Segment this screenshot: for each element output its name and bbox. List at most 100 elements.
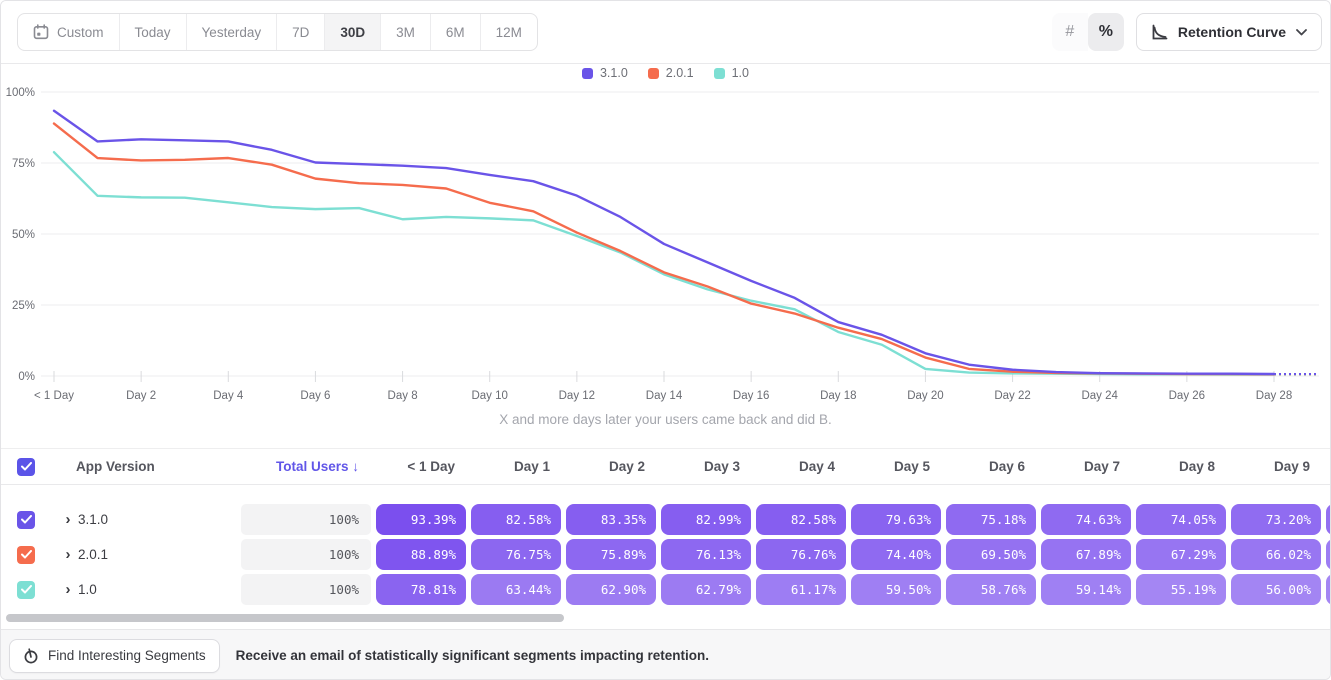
- column-header-day-6[interactable]: Day 6: [945, 459, 1035, 474]
- app-version-label: 2.0.1: [78, 547, 108, 562]
- horizontal-scrollbar-thumb[interactable]: [6, 614, 564, 622]
- date-range-12m[interactable]: 12M: [480, 14, 537, 50]
- find-interesting-segments-button[interactable]: Find Interesting Segments: [9, 639, 220, 673]
- column-header-total-users[interactable]: Total Users ↓: [241, 459, 371, 474]
- app-version-label: 3.1.0: [78, 512, 108, 527]
- column-header-day-2[interactable]: Day 2: [565, 459, 655, 474]
- svg-text:Day 26: Day 26: [1169, 390, 1205, 402]
- row-checkbox-3.1.0[interactable]: [17, 511, 35, 529]
- retention-cell-clipped[interactable]: [1326, 539, 1330, 570]
- retention-cell[interactable]: 78.81%: [376, 574, 466, 605]
- retention-cell[interactable]: 62.79%: [661, 574, 751, 605]
- svg-text:Day 14: Day 14: [646, 390, 683, 402]
- column-header-day-5[interactable]: Day 5: [850, 459, 940, 474]
- svg-text:50%: 50%: [12, 229, 35, 241]
- sort-descending-icon: ↓: [352, 459, 359, 474]
- retention-cell[interactable]: 76.75%: [471, 539, 561, 570]
- retention-cell[interactable]: 58.76%: [946, 574, 1036, 605]
- date-range-yesterday[interactable]: Yesterday: [186, 14, 277, 50]
- svg-text:Day 6: Day 6: [300, 390, 330, 402]
- svg-text:100%: 100%: [6, 87, 35, 99]
- retention-chart: 3.1.02.0.11.0 0%25%50%75%100%< 1 DayDay …: [1, 64, 1330, 448]
- toolbar-right: # % Retention Curve: [1052, 13, 1322, 51]
- column-header-day-8[interactable]: Day 8: [1135, 459, 1225, 474]
- retention-cell[interactable]: 88.89%: [376, 539, 466, 570]
- retention-cell[interactable]: 83.35%: [566, 504, 656, 535]
- expand-row-chevron-icon[interactable]: ›: [59, 512, 77, 527]
- retention-cell[interactable]: 55.19%: [1136, 574, 1226, 605]
- select-all-checkbox[interactable]: [17, 458, 35, 476]
- retention-cell[interactable]: 69.50%: [946, 539, 1036, 570]
- column-header-day-9[interactable]: Day 9: [1230, 459, 1320, 474]
- svg-text:75%: 75%: [12, 158, 35, 170]
- retention-cell[interactable]: 59.50%: [851, 574, 941, 605]
- column-header--1-day[interactable]: < 1 Day: [375, 459, 465, 474]
- svg-text:Day 20: Day 20: [907, 390, 943, 402]
- retention-cell[interactable]: 63.44%: [471, 574, 561, 605]
- retention-cell[interactable]: 79.63%: [851, 504, 941, 535]
- retention-cell[interactable]: 76.13%: [661, 539, 751, 570]
- svg-text:25%: 25%: [12, 300, 35, 312]
- column-header-day-3[interactable]: Day 3: [660, 459, 750, 474]
- row-checkbox-1.0[interactable]: [17, 581, 35, 599]
- column-header-app-version: App Version: [76, 459, 155, 474]
- retention-cell[interactable]: 62.90%: [566, 574, 656, 605]
- retention-line-chart[interactable]: 0%25%50%75%100%< 1 DayDay 2Day 4Day 6Day…: [1, 64, 1331, 404]
- retention-cell[interactable]: 82.99%: [661, 504, 751, 535]
- total-users-cell: 100%: [241, 574, 371, 605]
- retention-cell[interactable]: 56.00%: [1231, 574, 1321, 605]
- svg-text:Day 16: Day 16: [733, 390, 769, 402]
- retention-cell[interactable]: 61.17%: [756, 574, 846, 605]
- retention-cell[interactable]: 66.02%: [1231, 539, 1321, 570]
- table-header-row: App Version Total Users ↓ < 1 Day Day 1 Da…: [1, 448, 1330, 485]
- column-header-day-7[interactable]: Day 7: [1040, 459, 1130, 474]
- retention-cell[interactable]: 93.39%: [376, 504, 466, 535]
- svg-text:Day 2: Day 2: [126, 390, 156, 402]
- retention-report-card: CustomTodayYesterday7D30D3M6M12M # % Ret…: [0, 0, 1331, 680]
- date-range-custom[interactable]: Custom: [18, 14, 119, 50]
- total-users-cell: 100%: [241, 539, 371, 570]
- svg-text:Day 12: Day 12: [559, 390, 595, 402]
- retention-cell[interactable]: 82.58%: [471, 504, 561, 535]
- expand-row-chevron-icon[interactable]: ›: [59, 547, 77, 562]
- total-users-cell: 100%: [241, 504, 371, 535]
- app-version-label: 1.0: [78, 582, 97, 597]
- chart-type-dropdown[interactable]: Retention Curve: [1136, 13, 1322, 51]
- table-body: ›3.1.0100%93.39%82.58%83.35%82.99%82.58%…: [1, 485, 1330, 605]
- retention-cell-clipped[interactable]: [1326, 504, 1330, 535]
- retention-cell[interactable]: 75.18%: [946, 504, 1036, 535]
- column-header-day-4[interactable]: Day 4: [755, 459, 845, 474]
- retention-cell[interactable]: 67.89%: [1041, 539, 1131, 570]
- retention-cell[interactable]: 74.40%: [851, 539, 941, 570]
- retention-cell[interactable]: 74.05%: [1136, 504, 1226, 535]
- retention-cell-clipped[interactable]: [1326, 574, 1330, 605]
- date-range-6m[interactable]: 6M: [430, 14, 480, 50]
- retention-cell[interactable]: 75.89%: [566, 539, 656, 570]
- table-row-2.0.1: ›2.0.1 100%88.89%76.75%75.89%76.13%76.76%…: [1, 539, 1330, 570]
- row-checkbox-2.0.1[interactable]: [17, 546, 35, 564]
- retention-cell[interactable]: 73.20%: [1231, 504, 1321, 535]
- value-format-toggle: # %: [1052, 13, 1124, 51]
- date-range-selector: CustomTodayYesterday7D30D3M6M12M: [17, 13, 538, 51]
- retention-cell[interactable]: 76.76%: [756, 539, 846, 570]
- retention-cell[interactable]: 74.63%: [1041, 504, 1131, 535]
- column-header-day-1[interactable]: Day 1: [470, 459, 560, 474]
- svg-text:Day 24: Day 24: [1081, 390, 1118, 402]
- segments-icon: [23, 648, 39, 664]
- retention-cell[interactable]: 59.14%: [1041, 574, 1131, 605]
- date-range-today[interactable]: Today: [119, 14, 186, 50]
- svg-text:Day 28: Day 28: [1256, 390, 1292, 402]
- date-range-7d[interactable]: 7D: [276, 14, 324, 50]
- svg-text:Day 4: Day 4: [213, 390, 244, 402]
- retention-table: App Version Total Users ↓ < 1 Day Day 1 Da…: [1, 448, 1330, 614]
- percent-toggle-button[interactable]: %: [1088, 13, 1124, 51]
- svg-text:< 1 Day: < 1 Day: [34, 390, 74, 402]
- count-toggle-button[interactable]: #: [1052, 13, 1088, 51]
- retention-cell[interactable]: 67.29%: [1136, 539, 1226, 570]
- date-range-30d[interactable]: 30D: [324, 14, 380, 50]
- expand-row-chevron-icon[interactable]: ›: [59, 582, 77, 597]
- day-column-headers: < 1 Day Day 1 Day 2 Day 3 Day 4 Day 5 Day 6 Day…: [371, 459, 1320, 474]
- retention-cell[interactable]: 82.58%: [756, 504, 846, 535]
- date-range-3m[interactable]: 3M: [380, 14, 430, 50]
- svg-text:Day 18: Day 18: [820, 390, 856, 402]
